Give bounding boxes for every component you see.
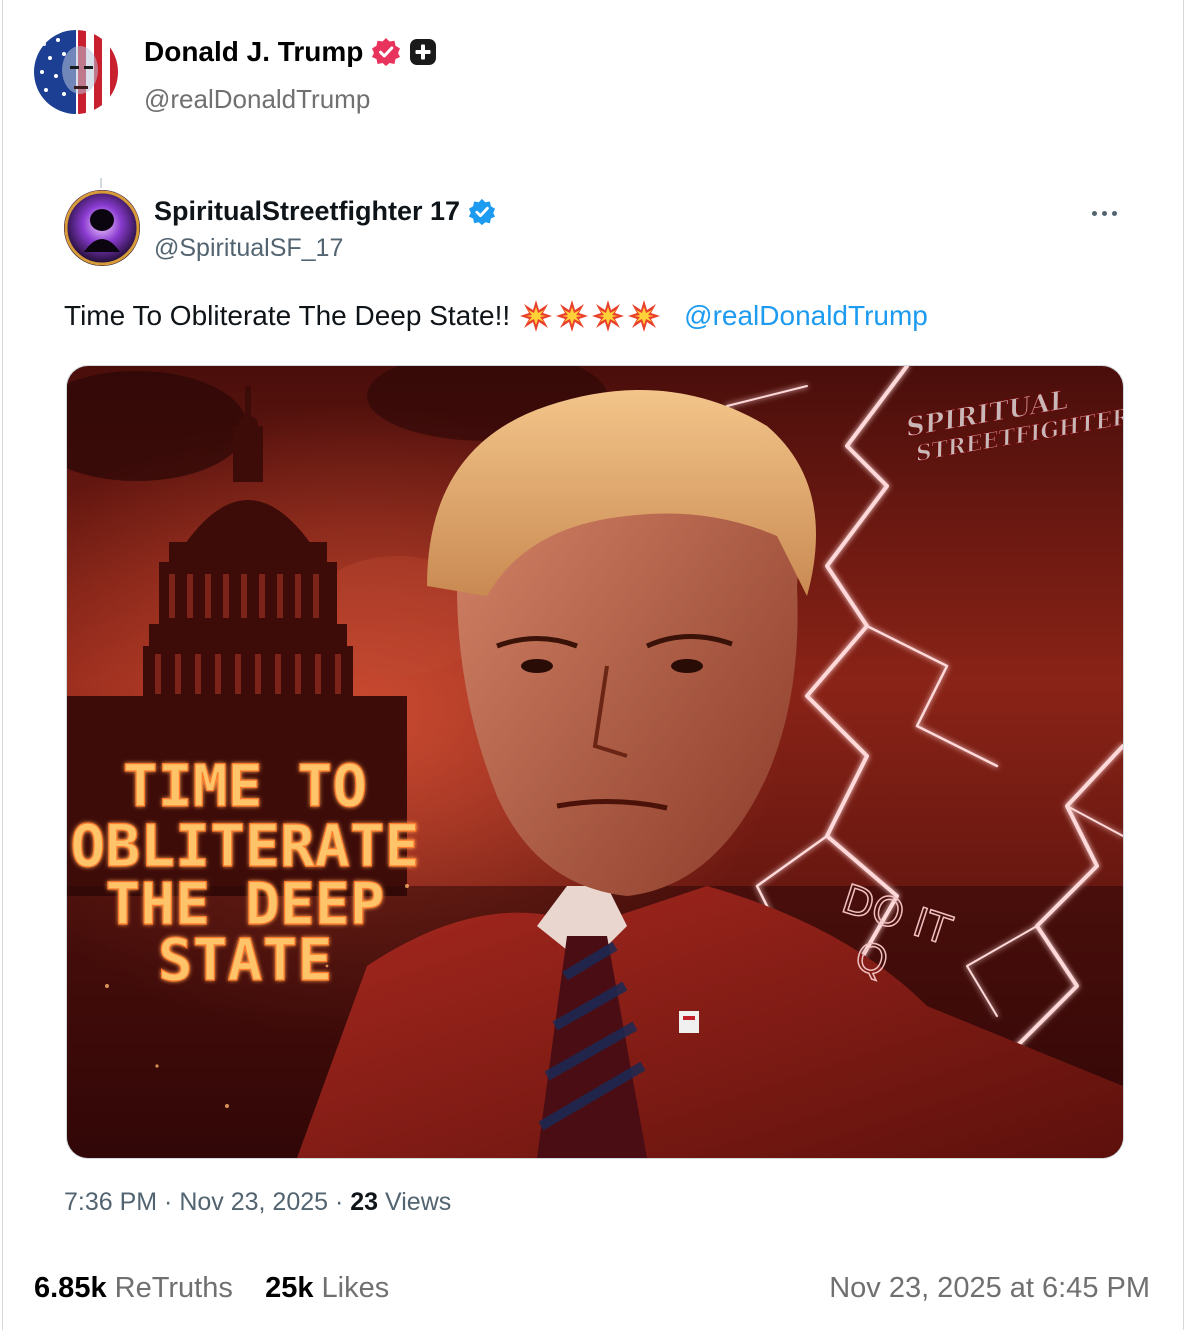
thread-connector [100, 178, 102, 188]
engagement-stats: 6.85k ReTruths 25k Likes [34, 1272, 389, 1305]
verified-badge-icon [372, 38, 401, 66]
views-label: Views [378, 1188, 452, 1216]
plus-icon [410, 39, 437, 65]
likes-label[interactable]: Likes [322, 1272, 390, 1304]
quoted-author-handle[interactable]: @SpiritualSF_17 [154, 234, 343, 263]
retruths-label[interactable]: ReTruths [115, 1272, 233, 1304]
likes-count[interactable]: 25k [265, 1272, 313, 1304]
image-headline-line-4: STATE [158, 926, 333, 994]
quoted-author-avatar[interactable] [64, 190, 140, 266]
collision-emoji-icon [592, 300, 625, 332]
collision-emoji-icon [556, 300, 589, 332]
quoted-tweet-text: Time To Obliterate The Deep State!! @rea… [64, 298, 928, 334]
quoted-tweet-meta: 7:36 PM · Nov 23, 2025 · 23 Views [64, 1188, 451, 1217]
author-name[interactable]: Donald J. Trump [144, 36, 363, 68]
collision-emoji-icon [520, 300, 553, 332]
quoted-author-name[interactable]: SpiritualStreetfighter 17 [154, 196, 460, 227]
quoted-author-name-row[interactable]: SpiritualStreetfighter 17 [154, 196, 496, 227]
frame-border-right [1183, 0, 1184, 1330]
post-timestamp[interactable]: Nov 23, 2025 at 6:45 PM [829, 1272, 1150, 1305]
emoji-row [518, 298, 662, 334]
retruths-count[interactable]: 6.85k [34, 1272, 107, 1304]
collision-emoji-icon [628, 300, 661, 332]
quoted-tweet-timestamp[interactable]: 7:36 PM · Nov 23, 2025 · [64, 1188, 350, 1216]
more-options-icon[interactable] [1082, 198, 1126, 228]
frame-border-left [2, 0, 3, 1330]
author-handle[interactable]: @realDonaldTrump [144, 84, 370, 115]
author-avatar[interactable] [34, 30, 118, 114]
quoted-tweet-body: Time To Obliterate The Deep State!! [64, 300, 511, 331]
quoted-tweet-image[interactable]: TIME TO OBLITERATE THE DEEP STATE SPIRIT… [66, 365, 1124, 1159]
author-name-row[interactable]: Donald J. Trump [144, 36, 437, 68]
image-headline-line-1: TIME TO [123, 752, 367, 820]
views-count: 23 [350, 1188, 379, 1216]
verified-badge-icon [469, 198, 496, 225]
mention-link[interactable]: @realDonaldTrump [684, 300, 928, 332]
